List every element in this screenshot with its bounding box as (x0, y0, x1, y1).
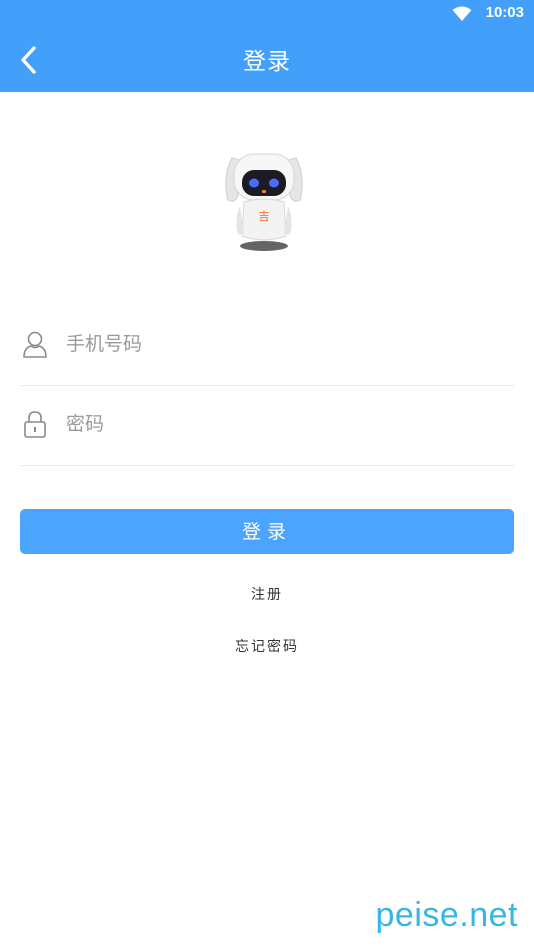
mascot-badge: 吉 (259, 210, 270, 223)
password-input[interactable] (66, 403, 496, 445)
login-page: 10:03 登录 吉 手机号码 登录 注册 忘记密码 peise.net (0, 0, 534, 949)
register-link[interactable]: 注册 (0, 584, 534, 604)
password-field (20, 385, 514, 466)
page-title: 登录 (243, 49, 291, 75)
status-bar: 10:03 (0, 0, 534, 28)
phone-field (20, 305, 514, 386)
robot-mascot-icon: 吉 (225, 153, 303, 251)
watermark: peise.net (375, 896, 518, 934)
wifi-icon (452, 6, 472, 21)
user-icon (23, 331, 47, 358)
app-bar: 登录 (0, 28, 534, 92)
phone-input[interactable] (66, 323, 496, 365)
forgot-password-link[interactable]: 忘记密码 (0, 636, 534, 656)
status-time: 10:03 (485, 4, 524, 21)
lock-icon (24, 411, 46, 438)
login-button[interactable]: 登录 (20, 509, 514, 554)
